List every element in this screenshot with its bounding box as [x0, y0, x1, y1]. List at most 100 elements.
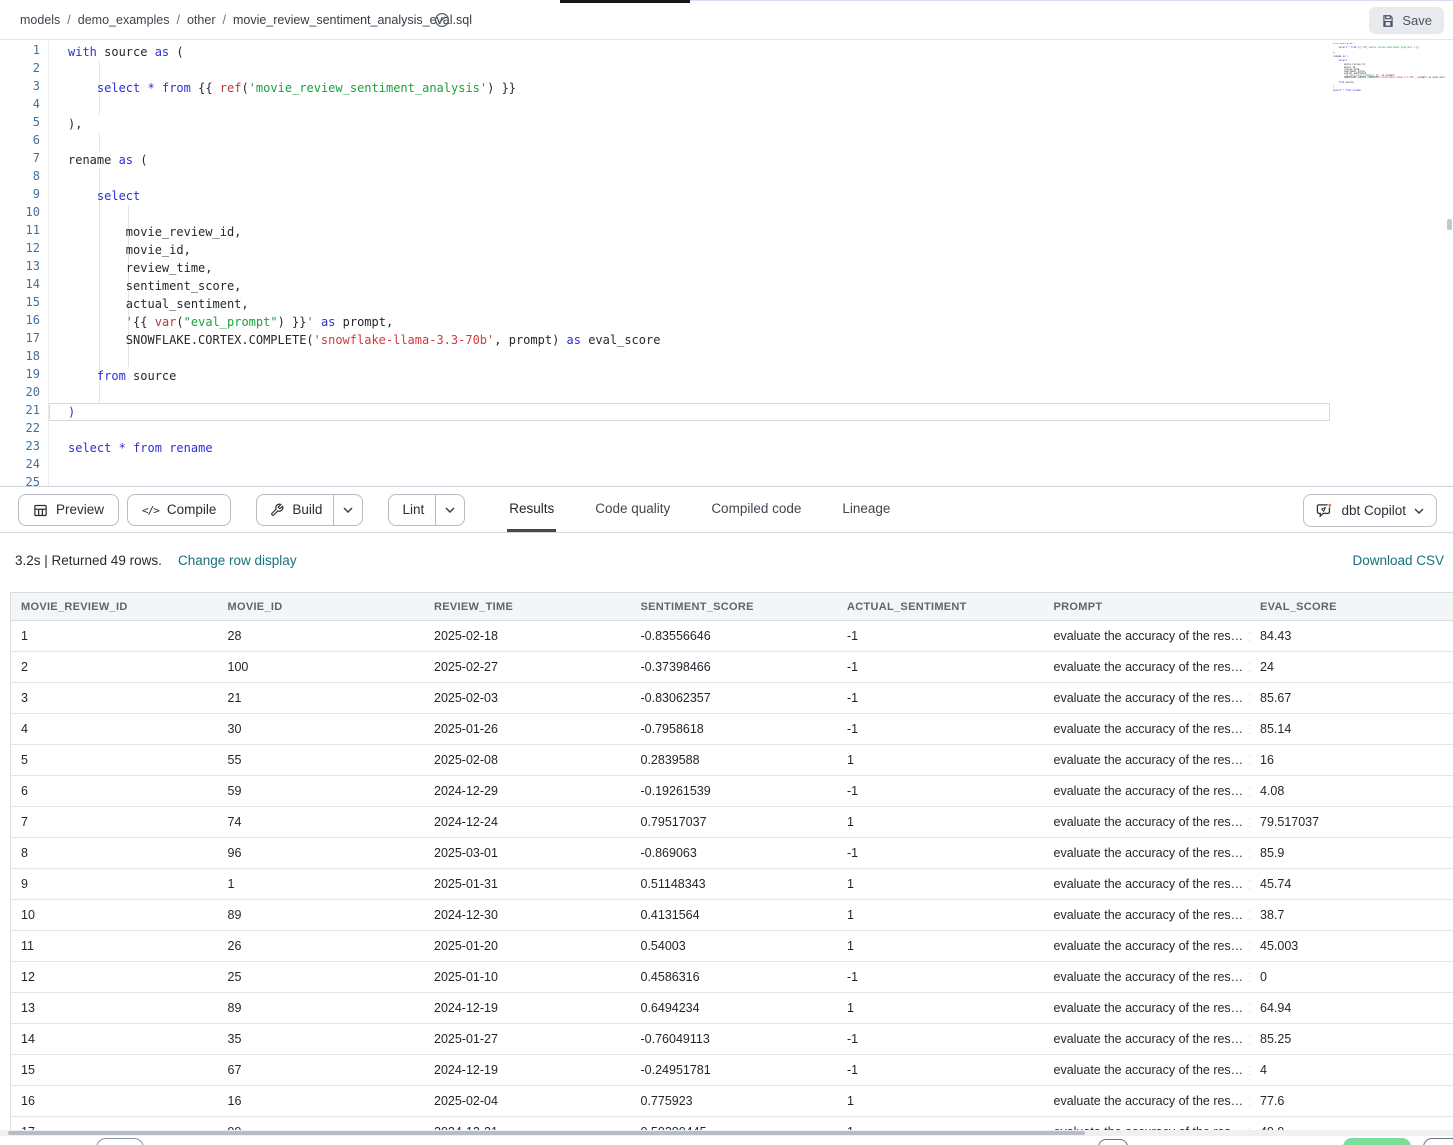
- partial-green-button[interactable]: [1343, 1138, 1411, 1145]
- code-editor[interactable]: 1234567891011121314151617181920212223242…: [0, 41, 1453, 487]
- top-divider-line: [690, 0, 1453, 1]
- code-line[interactable]: sentiment_score,: [68, 277, 1453, 295]
- table-cell: -0.869063: [631, 838, 838, 869]
- code-token: (: [176, 315, 183, 329]
- build-button[interactable]: Build: [257, 495, 333, 525]
- prompt-cell: evaluate the accuracy of the res…: [1044, 1055, 1251, 1086]
- tab-lineage[interactable]: Lineage: [840, 488, 892, 532]
- preview-button[interactable]: Preview: [18, 494, 119, 526]
- table-cell: 1: [837, 900, 1044, 931]
- column-header: EVAL_SCORE: [1250, 593, 1453, 621]
- editor-code-area[interactable]: with source as ( select * from {{ ref('m…: [49, 41, 1453, 486]
- code-line[interactable]: select * from {{ ref('movie_review_senti…: [68, 79, 1453, 97]
- preview-table-icon: [33, 503, 48, 518]
- download-csv-link[interactable]: Download CSV: [1352, 553, 1444, 568]
- code-line[interactable]: [68, 169, 1453, 187]
- expand-prompt-button[interactable]: [1249, 941, 1250, 952]
- code-token: {{: [191, 81, 220, 95]
- partial-button[interactable]: [96, 1138, 144, 1145]
- partial-button[interactable]: [1423, 1138, 1453, 1145]
- table-cell: 2025-01-20: [424, 931, 631, 962]
- code-line[interactable]: ),: [68, 115, 1453, 133]
- table-cell: 100: [218, 652, 425, 683]
- code-line[interactable]: select * from rename: [68, 439, 1453, 457]
- expand-cell-icon: [1249, 693, 1250, 704]
- partial-button[interactable]: [1098, 1139, 1128, 1145]
- table-cell: 25: [218, 962, 425, 993]
- build-dropdown-toggle[interactable]: [333, 495, 362, 525]
- eval-score-cell: 4.08: [1250, 776, 1453, 807]
- lint-dropdown-toggle[interactable]: [435, 495, 464, 525]
- code-line[interactable]: movie_review_id,: [68, 223, 1453, 241]
- code-line[interactable]: ): [68, 403, 1453, 421]
- change-row-display-link[interactable]: Change row display: [178, 553, 297, 568]
- expand-prompt-button[interactable]: [1249, 1096, 1250, 1107]
- dbt-copilot-button[interactable]: dbt Copilot: [1303, 494, 1437, 527]
- lint-button[interactable]: Lint: [389, 495, 435, 525]
- code-line[interactable]: '{{ var("eval_prompt") }}' as prompt,: [68, 313, 1453, 331]
- code-token: 'snowflake-llama-3.3-70b': [1380, 76, 1415, 79]
- eval-score-cell: 77.6: [1250, 1086, 1453, 1117]
- expand-prompt-button[interactable]: [1249, 1003, 1250, 1014]
- expand-prompt-button[interactable]: [1249, 662, 1250, 673]
- expand-prompt-button[interactable]: [1249, 972, 1250, 983]
- code-line[interactable]: with source as (: [68, 43, 1453, 61]
- table-cell: 0.4131564: [631, 900, 838, 931]
- code-token: actual_sentiment,: [68, 297, 249, 311]
- tab-code-quality[interactable]: Code quality: [593, 488, 672, 532]
- table-cell: 99: [218, 1117, 425, 1131]
- table-cell: 0.50380445: [631, 1117, 838, 1131]
- table-cell: 9: [11, 869, 218, 900]
- compile-button-label: Compile: [167, 503, 217, 517]
- table-cell: -0.83062357: [631, 683, 838, 714]
- expand-prompt-button[interactable]: [1249, 1034, 1250, 1045]
- code-token: ) }}: [487, 81, 516, 95]
- code-line[interactable]: [68, 133, 1453, 151]
- table-cell: -1: [837, 1024, 1044, 1055]
- expand-prompt-button[interactable]: [1249, 910, 1250, 921]
- code-line[interactable]: from source: [68, 367, 1453, 385]
- tab-compiled-code[interactable]: Compiled code: [709, 488, 803, 532]
- code-line[interactable]: SNOWFLAKE.CORTEX.COMPLETE('snowflake-lla…: [68, 331, 1453, 349]
- save-button[interactable]: Save: [1369, 7, 1444, 34]
- table-row: 11262025-01-200.540031evaluate the accur…: [11, 931, 1453, 962]
- expand-prompt-button[interactable]: [1249, 848, 1250, 859]
- expand-prompt-button[interactable]: [1249, 631, 1250, 642]
- code-line[interactable]: [68, 385, 1453, 403]
- docs-compass-icon[interactable]: [433, 11, 451, 29]
- top-bar: models/demo_examples/other/movie_review_…: [0, 0, 1453, 40]
- eval-score-cell: 49.9: [1250, 1117, 1453, 1131]
- compile-button[interactable]: </> Compile: [127, 494, 231, 526]
- code-line[interactable]: [68, 475, 1453, 487]
- prompt-cell: evaluate the accuracy of the res…: [1044, 962, 1251, 993]
- horizontal-scrollbar-thumb[interactable]: [8, 1131, 1085, 1135]
- table-row: 8962025-03-01-0.869063-1evaluate the acc…: [11, 838, 1453, 869]
- code-line[interactable]: movie_id,: [68, 241, 1453, 259]
- prompt-cell: evaluate the accuracy of the res…: [1044, 869, 1251, 900]
- expand-prompt-button[interactable]: [1249, 879, 1250, 890]
- build-button-label: Build: [292, 503, 322, 517]
- expand-prompt-button[interactable]: [1249, 755, 1250, 766]
- prompt-text: evaluate the accuracy of the res…: [1054, 970, 1244, 984]
- expand-prompt-button[interactable]: [1249, 1065, 1250, 1076]
- code-line[interactable]: review_time,: [68, 259, 1453, 277]
- editor-minimap[interactable]: with source as ( select * from {{ ref('m…: [1333, 43, 1445, 97]
- code-line[interactable]: [68, 421, 1453, 439]
- code-token: from: [133, 441, 162, 455]
- code-line[interactable]: [68, 61, 1453, 79]
- expand-prompt-button[interactable]: [1249, 817, 1250, 828]
- expand-prompt-button[interactable]: [1249, 724, 1250, 735]
- code-line[interactable]: [68, 349, 1453, 367]
- tab-results[interactable]: Results: [507, 488, 556, 532]
- prompt-cell: evaluate the accuracy of the res…: [1044, 1117, 1251, 1131]
- expand-prompt-button[interactable]: [1249, 693, 1250, 704]
- table-cell: 35: [218, 1024, 425, 1055]
- code-line[interactable]: [68, 457, 1453, 475]
- code-line[interactable]: [68, 97, 1453, 115]
- code-line[interactable]: select: [68, 187, 1453, 205]
- code-line[interactable]: rename as (: [68, 151, 1453, 169]
- code-token: from: [97, 369, 126, 383]
- expand-prompt-button[interactable]: [1249, 786, 1250, 797]
- code-line[interactable]: [68, 205, 1453, 223]
- code-line[interactable]: actual_sentiment,: [68, 295, 1453, 313]
